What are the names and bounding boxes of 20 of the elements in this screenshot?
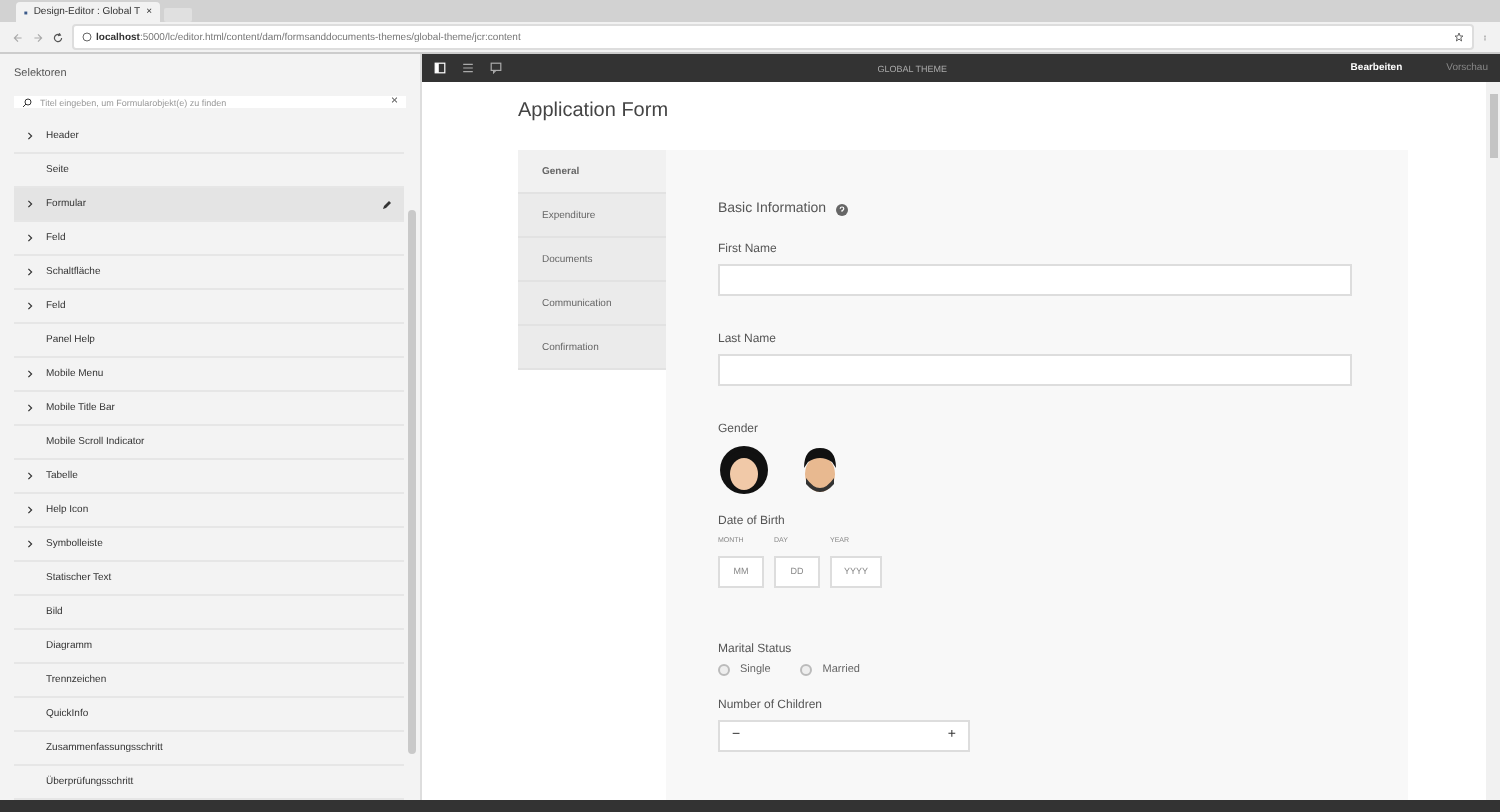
scrollbar[interactable] bbox=[1489, 94, 1497, 158]
back-icon[interactable] bbox=[12, 31, 24, 43]
new-tab-button[interactable] bbox=[164, 8, 192, 22]
form-title: Application Form bbox=[518, 100, 669, 122]
reload-icon[interactable] bbox=[52, 31, 64, 43]
pencil-icon[interactable] bbox=[382, 199, 392, 209]
list-icon[interactable] bbox=[462, 62, 474, 74]
radio-icon[interactable] bbox=[800, 663, 813, 675]
first-name-field[interactable] bbox=[718, 264, 1352, 296]
female-avatar-icon[interactable] bbox=[718, 444, 770, 496]
last-name-field[interactable] bbox=[718, 354, 1352, 386]
comment-icon[interactable] bbox=[490, 62, 502, 74]
scrollbar[interactable] bbox=[408, 210, 416, 754]
help-icon[interactable] bbox=[836, 203, 849, 215]
radio-icon[interactable] bbox=[718, 663, 730, 675]
star-icon[interactable] bbox=[1454, 32, 1464, 42]
forward-icon[interactable] bbox=[32, 31, 44, 43]
panel-icon[interactable] bbox=[434, 62, 446, 74]
info-icon bbox=[82, 32, 92, 42]
search-icon bbox=[22, 97, 32, 107]
